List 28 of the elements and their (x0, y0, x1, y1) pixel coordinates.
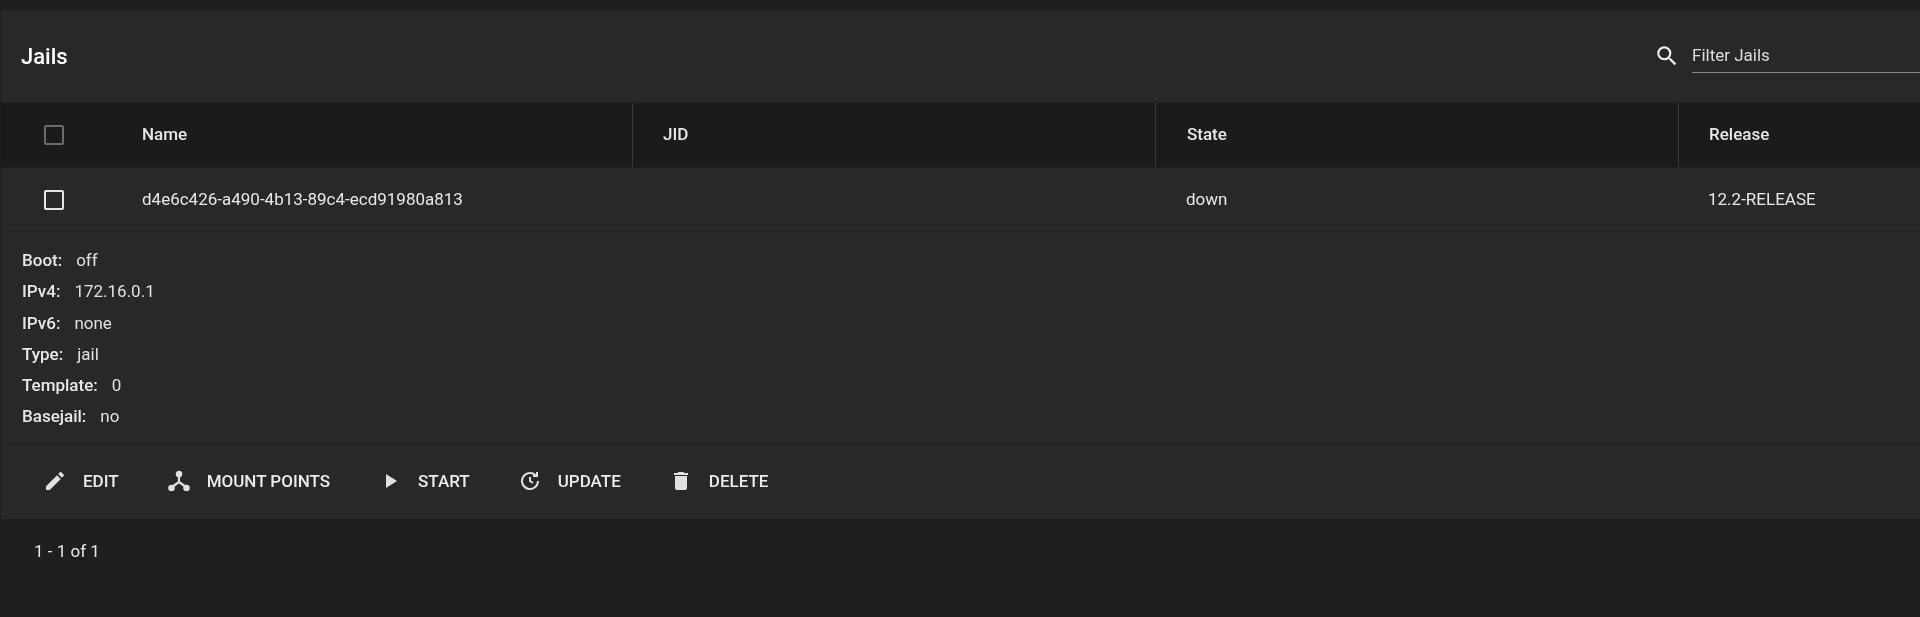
pagination-range: 1 - 1 of 1 (34, 540, 100, 564)
column-header[interactable]: State (1187, 122, 1227, 148)
panel-title: Jails (20, 42, 68, 71)
detail-value: 172.16.0.1 (74, 280, 155, 304)
table-cell-text: 12.2-RELEASE (1708, 187, 1816, 211)
column-header[interactable]: Name (142, 122, 188, 148)
action-button[interactable]: START (368, 462, 480, 501)
detail-label: Template: (22, 374, 98, 398)
detail-label: IPv6: (22, 311, 61, 335)
table-cell-text: down (1186, 187, 1228, 211)
detail-label: Boot: (22, 249, 63, 272)
detail-value: jail (77, 342, 99, 366)
column-header[interactable]: JID (663, 122, 689, 148)
detail-value: 0 (111, 374, 122, 398)
action-button[interactable]: UPDATE (507, 462, 631, 501)
table-cell-text: d4e6c426-a490-4b13-89c4-ecd91980a813 (142, 187, 463, 211)
detail-label: Basejail: (22, 405, 87, 429)
action-button[interactable]: DELETE (658, 462, 779, 501)
detail-value: no (100, 405, 120, 429)
filter-field[interactable]: Filter Jails (1692, 38, 1920, 74)
detail-value: off (76, 249, 98, 272)
branch-icon (166, 469, 191, 494)
action-button[interactable]: EDIT (33, 462, 129, 501)
detail-value: none (74, 311, 112, 335)
detail-label: Type: (22, 342, 64, 366)
column-header[interactable]: Release (1709, 122, 1770, 148)
action-button[interactable]: MOUNT POINTS (156, 462, 341, 501)
detail-label: IPv4: (22, 280, 61, 304)
